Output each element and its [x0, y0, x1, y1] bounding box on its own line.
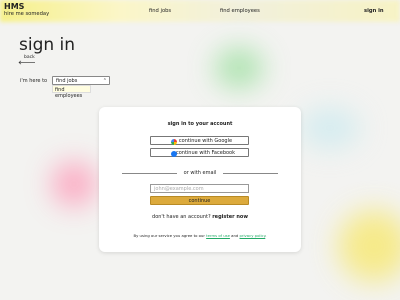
arrow-left-icon [18, 60, 35, 65]
yellow-blob [338, 210, 400, 282]
top-bar: HMS hire me someday find jobs find emplo… [0, 0, 400, 22]
brand-subtitle: hire me someday [4, 11, 50, 17]
green-blob [215, 48, 263, 88]
card-title: sign in to your account [167, 121, 233, 127]
register-prompt: don't have an account? register now [99, 214, 301, 220]
google-signin-button[interactable]: continue with Google [150, 136, 249, 145]
continue-button[interactable]: continue [150, 196, 249, 205]
here-to-label: i'm here to [20, 78, 48, 84]
brand[interactable]: HMS hire me someday [4, 2, 49, 18]
role-select-value: find jobs [56, 78, 78, 84]
terms-notice: By using our service you agree to our te… [99, 233, 301, 238]
chevron-down-icon: ⌃ [102, 78, 107, 84]
terms-and: and [231, 233, 239, 238]
nav-find-employees[interactable]: find employees [220, 8, 260, 14]
register-link[interactable]: register now [212, 214, 248, 220]
page-title: sign in [19, 35, 76, 55]
facebook-icon [171, 150, 177, 157]
terms-of-use-link[interactable]: terms of use [206, 233, 230, 238]
no-account-text: don't have an account? [152, 214, 211, 220]
role-select[interactable]: find jobs ⌃ [52, 76, 110, 85]
role-option-find-employees[interactable]: find employees [52, 85, 91, 99]
email-field[interactable] [150, 184, 249, 193]
facebook-signin-button[interactable]: continue with Facebook [150, 148, 249, 157]
nav-sign-in[interactable]: sign in [364, 8, 384, 14]
nav-find-jobs[interactable]: find jobs [149, 8, 171, 14]
terms-suffix: . [265, 233, 267, 238]
google-icon [171, 138, 177, 145]
privacy-policy-link[interactable]: privacy policy [240, 233, 266, 238]
terms-prefix: By using our service you agree to our [133, 233, 205, 238]
or-divider: or with email [122, 169, 278, 177]
brand-title: HMS [4, 2, 25, 11]
divider-line-right [223, 173, 278, 174]
pink-blob [52, 162, 96, 206]
sign-in-card: sign in to your account continue with Go… [99, 107, 301, 252]
back-button[interactable]: back [18, 55, 36, 65]
lightblue-blob [300, 108, 360, 148]
